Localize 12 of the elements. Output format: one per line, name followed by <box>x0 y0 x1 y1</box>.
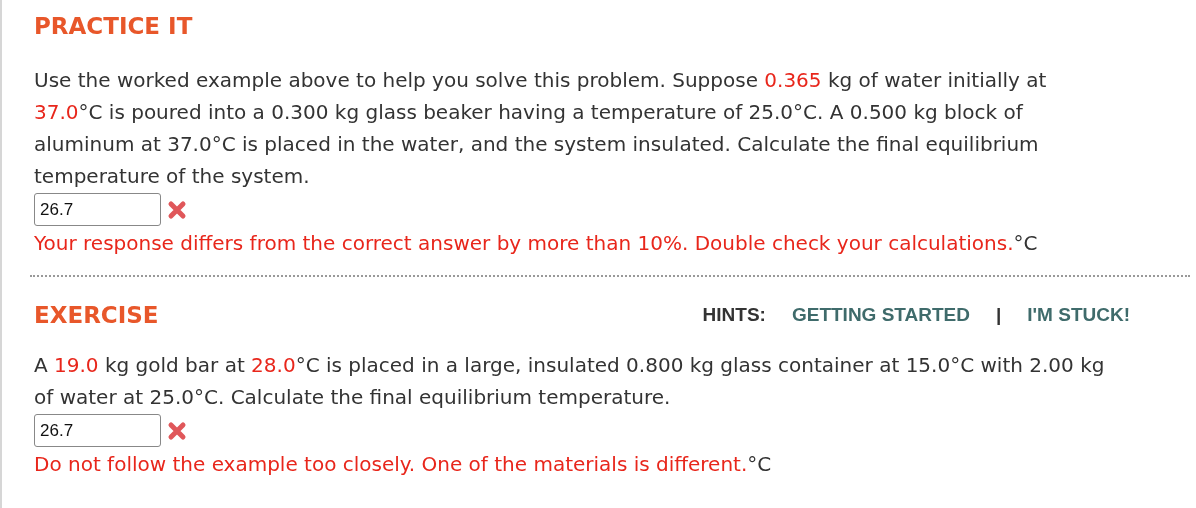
section-title: EXERCISE <box>34 301 159 330</box>
problem-text: Use the worked example above to help you solve this problem. Suppose 0.365 kg of water initially at 37.0°C is poured into a 0.300 kg glass beaker having a temperature of 25.0°C. A 0.500 kg block of aluminum at 37.0°C is placed in the water, and the system insulated. Calculate the final equilibrium temperature of the system. <box>34 67 1048 190</box>
hint-link[interactable]: GETTING STARTED <box>791 300 970 330</box>
link-separator: | <box>996 302 1002 327</box>
hints-label: HINTS: <box>702 302 766 327</box>
answer-field[interactable]: 26.7 <box>34 193 161 226</box>
problem-text: A 19.0 kg gold bar at 28.0°C is placed in a large, insulated 0.800 kg glass container at 15.0°C with 2.00 kg of water at 25.0°C. Calculate the final equilibrium temperature. <box>34 352 1106 411</box>
section-title: PRACTICE IT <box>34 12 193 41</box>
hint-link[interactable]: I'M STUCK! <box>1027 300 1130 330</box>
feedback-message: Do not follow the example too closely. One of the materials is different.°C <box>34 451 773 478</box>
answer-field[interactable]: 26.7 <box>34 414 161 447</box>
feedback-message: Your response differs from the correct answer by more than 10%. Double check your calculations.°C <box>34 230 1039 257</box>
